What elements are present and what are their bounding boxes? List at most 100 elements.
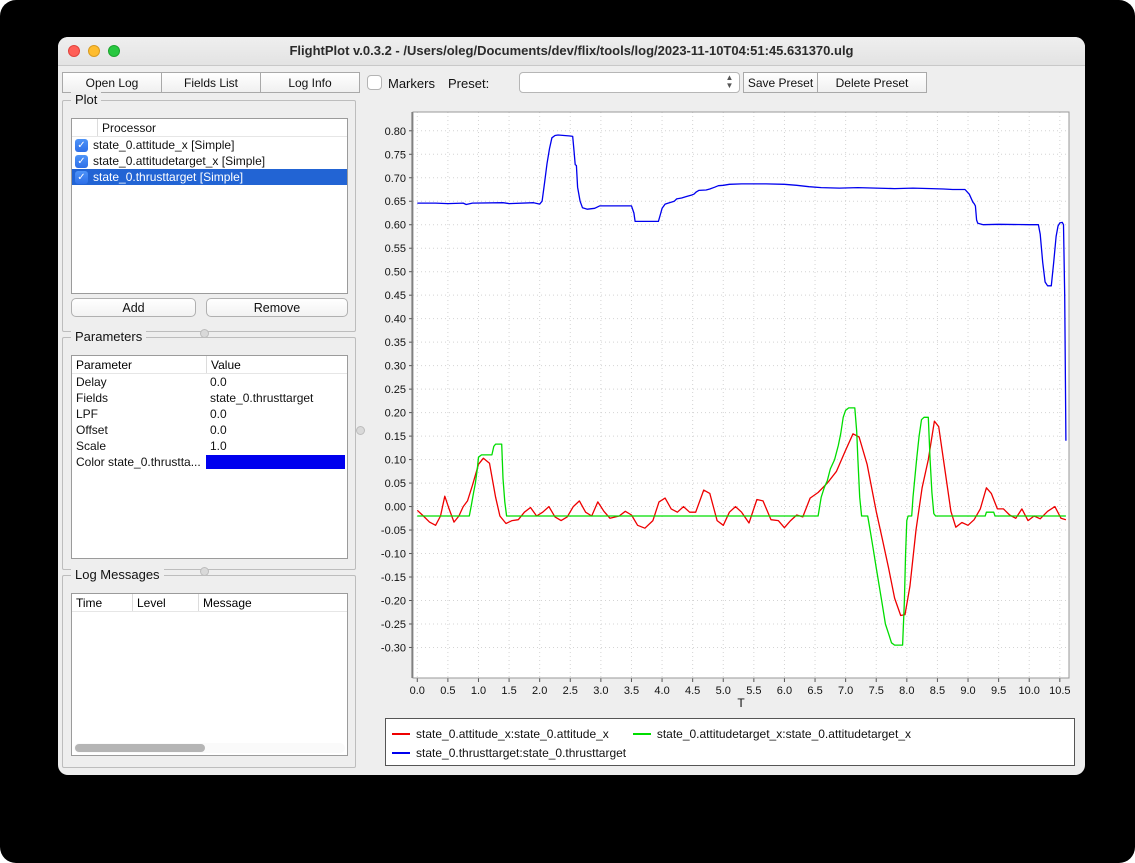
svg-text:-0.15: -0.15 xyxy=(381,572,406,584)
processor-row-label: state_0.attitudetarget_x [Simple] xyxy=(93,154,265,168)
svg-text:0.65: 0.65 xyxy=(385,196,406,208)
open-log-button[interactable]: Open Log xyxy=(62,72,162,93)
row-checkbox[interactable]: ✓ xyxy=(75,155,88,168)
processor-list-header: Processor xyxy=(72,119,347,137)
log-messages-panel-title: Log Messages xyxy=(71,567,164,582)
svg-text:0.70: 0.70 xyxy=(385,173,406,185)
svg-text:6.0: 6.0 xyxy=(777,685,792,697)
svg-text:-0.25: -0.25 xyxy=(381,619,406,631)
legend-item: state_0.attitude_x:state_0.attitude_x xyxy=(392,724,609,743)
horizontal-scrollbar-thumb[interactable] xyxy=(75,744,205,752)
plot-panel: Plot Processor ✓state_0.attitude_x [Simp… xyxy=(62,100,356,332)
svg-text:9.5: 9.5 xyxy=(991,685,1006,697)
svg-text:0.50: 0.50 xyxy=(385,267,406,279)
svg-text:-0.05: -0.05 xyxy=(381,525,406,537)
log-messages-table[interactable]: Time Level Message xyxy=(71,593,348,756)
svg-text:0.25: 0.25 xyxy=(385,384,406,396)
color-swatch[interactable] xyxy=(206,455,345,469)
add-button[interactable]: Add xyxy=(71,298,196,317)
processor-rows: ✓ state_0.attitude_x [Simple] ✓ state_0.att… xyxy=(72,137,347,185)
screenshot-background: FlightPlot v.0.3.2 - /Users/oleg/Documen… xyxy=(0,0,1135,863)
svg-text:0.05: 0.05 xyxy=(385,478,406,490)
parameter-name: LPF xyxy=(72,407,206,421)
preset-combobox[interactable]: ▲▼ xyxy=(519,72,740,93)
svg-text:-0.10: -0.10 xyxy=(381,549,406,561)
legend-label: state_0.attitudetarget_x:state_0.attitud… xyxy=(657,727,911,741)
parameter-value: 0.0 xyxy=(206,407,347,421)
log-messages-table-header: Time Level Message xyxy=(72,594,347,612)
processor-row[interactable]: ✓ state_0.attitudetarget_x [Simple] xyxy=(72,153,347,169)
legend-line-sample xyxy=(392,733,410,735)
time-column-header: Time xyxy=(72,594,132,611)
processor-row-label: state_0.attitude_x [Simple] xyxy=(93,138,234,152)
processor-column-header: Processor xyxy=(97,119,156,136)
legend-label: state_0.attitude_x:state_0.attitude_x xyxy=(416,727,609,741)
svg-text:5.5: 5.5 xyxy=(746,685,761,697)
log-messages-panel: Log Messages Time Level Message xyxy=(62,575,356,768)
parameters-table[interactable]: Parameter Value Delay0.0Fieldsstate_0.th… xyxy=(71,355,348,559)
svg-text:0.0: 0.0 xyxy=(410,685,425,697)
y-axis-labels: 0.80 0.75 0.70 0.65 0.60 0.55 0.50 0.45 0.40 0.35… xyxy=(381,126,406,655)
parameter-name: Delay xyxy=(72,375,206,389)
message-column-header: Message xyxy=(198,594,347,611)
svg-text:10.0: 10.0 xyxy=(1019,685,1040,697)
level-column-header: Level xyxy=(132,594,198,611)
parameter-name: Color state_0.thrustta... xyxy=(72,455,206,469)
row-checkbox[interactable]: ✓ xyxy=(75,139,88,152)
markers-label: Markers xyxy=(388,76,435,91)
combo-stepper-icon[interactable]: ▲▼ xyxy=(723,74,736,91)
parameters-table-header: Parameter Value xyxy=(72,356,347,374)
chart-legend: state_0.attitude_x:state_0.attitude_xsta… xyxy=(385,718,1075,766)
title-bar[interactable]: FlightPlot v.0.3.2 - /Users/oleg/Documen… xyxy=(58,37,1085,66)
processor-row[interactable]: ✓ state_0.attitude_x [Simple] xyxy=(72,137,347,153)
parameter-column-header: Parameter xyxy=(72,356,206,373)
svg-text:7.5: 7.5 xyxy=(869,685,884,697)
delete-preset-button[interactable]: Delete Preset xyxy=(817,72,927,93)
legend-line-sample xyxy=(633,733,651,735)
svg-text:0.15: 0.15 xyxy=(385,431,406,443)
parameter-row[interactable]: Scale1.0 xyxy=(72,438,347,454)
plot-panel-title: Plot xyxy=(71,92,101,107)
flight-chart[interactable]: 0.00.51.01.52.02.53.03.54.04.55.05.56.06… xyxy=(358,95,1080,715)
log-info-button[interactable]: Log Info xyxy=(260,72,360,93)
legend-item: state_0.attitudetarget_x:state_0.attitud… xyxy=(633,724,911,743)
parameter-name: Fields xyxy=(72,391,206,405)
parameter-row[interactable]: Fieldsstate_0.thrusttarget xyxy=(72,390,347,406)
value-column-header: Value xyxy=(206,356,347,373)
svg-text:0.30: 0.30 xyxy=(385,361,406,373)
parameter-row[interactable]: LPF0.0 xyxy=(72,406,347,422)
row-checkbox[interactable]: ✓ xyxy=(75,171,88,184)
svg-text:0.20: 0.20 xyxy=(385,408,406,420)
window-title: FlightPlot v.0.3.2 - /Users/oleg/Documen… xyxy=(58,43,1085,58)
parameter-row[interactable]: Offset0.0 xyxy=(72,422,347,438)
parameters-panel-title: Parameters xyxy=(71,329,146,344)
svg-text:0.45: 0.45 xyxy=(385,290,406,302)
horizontal-scrollbar[interactable] xyxy=(74,743,345,753)
svg-text:0.80: 0.80 xyxy=(385,126,406,138)
svg-text:4.5: 4.5 xyxy=(685,685,700,697)
svg-text:5.0: 5.0 xyxy=(716,685,731,697)
svg-text:0.75: 0.75 xyxy=(385,149,406,161)
save-preset-button[interactable]: Save Preset xyxy=(743,72,818,93)
svg-text:10.5: 10.5 xyxy=(1049,685,1070,697)
svg-text:0.60: 0.60 xyxy=(385,220,406,232)
remove-button[interactable]: Remove xyxy=(206,298,348,317)
legend-label: state_0.thrusttarget:state_0.thrusttarge… xyxy=(416,746,626,760)
svg-text:9.0: 9.0 xyxy=(960,685,975,697)
svg-text:0.35: 0.35 xyxy=(385,337,406,349)
parameter-value: 0.0 xyxy=(206,375,347,389)
processor-row[interactable]: ✓state_0.thrusttarget [Simple] xyxy=(72,169,347,185)
svg-text:3.5: 3.5 xyxy=(624,685,639,697)
svg-text:4.0: 4.0 xyxy=(654,685,669,697)
processor-list[interactable]: Processor ✓state_0.attitude_x [Simple]✓s… xyxy=(71,118,348,294)
svg-text:-0.20: -0.20 xyxy=(381,595,406,607)
parameter-row[interactable]: Delay0.0 xyxy=(72,374,347,390)
parameter-row[interactable]: Color state_0.thrustta... xyxy=(72,454,347,470)
legend-item: state_0.thrusttarget:state_0.thrusttarge… xyxy=(392,743,626,762)
markers-checkbox[interactable] xyxy=(367,75,382,90)
legend-line-sample xyxy=(392,752,410,754)
fields-list-button[interactable]: Fields List xyxy=(161,72,261,93)
svg-text:0.55: 0.55 xyxy=(385,243,406,255)
svg-text:8.0: 8.0 xyxy=(899,685,914,697)
svg-text:0.40: 0.40 xyxy=(385,314,406,326)
